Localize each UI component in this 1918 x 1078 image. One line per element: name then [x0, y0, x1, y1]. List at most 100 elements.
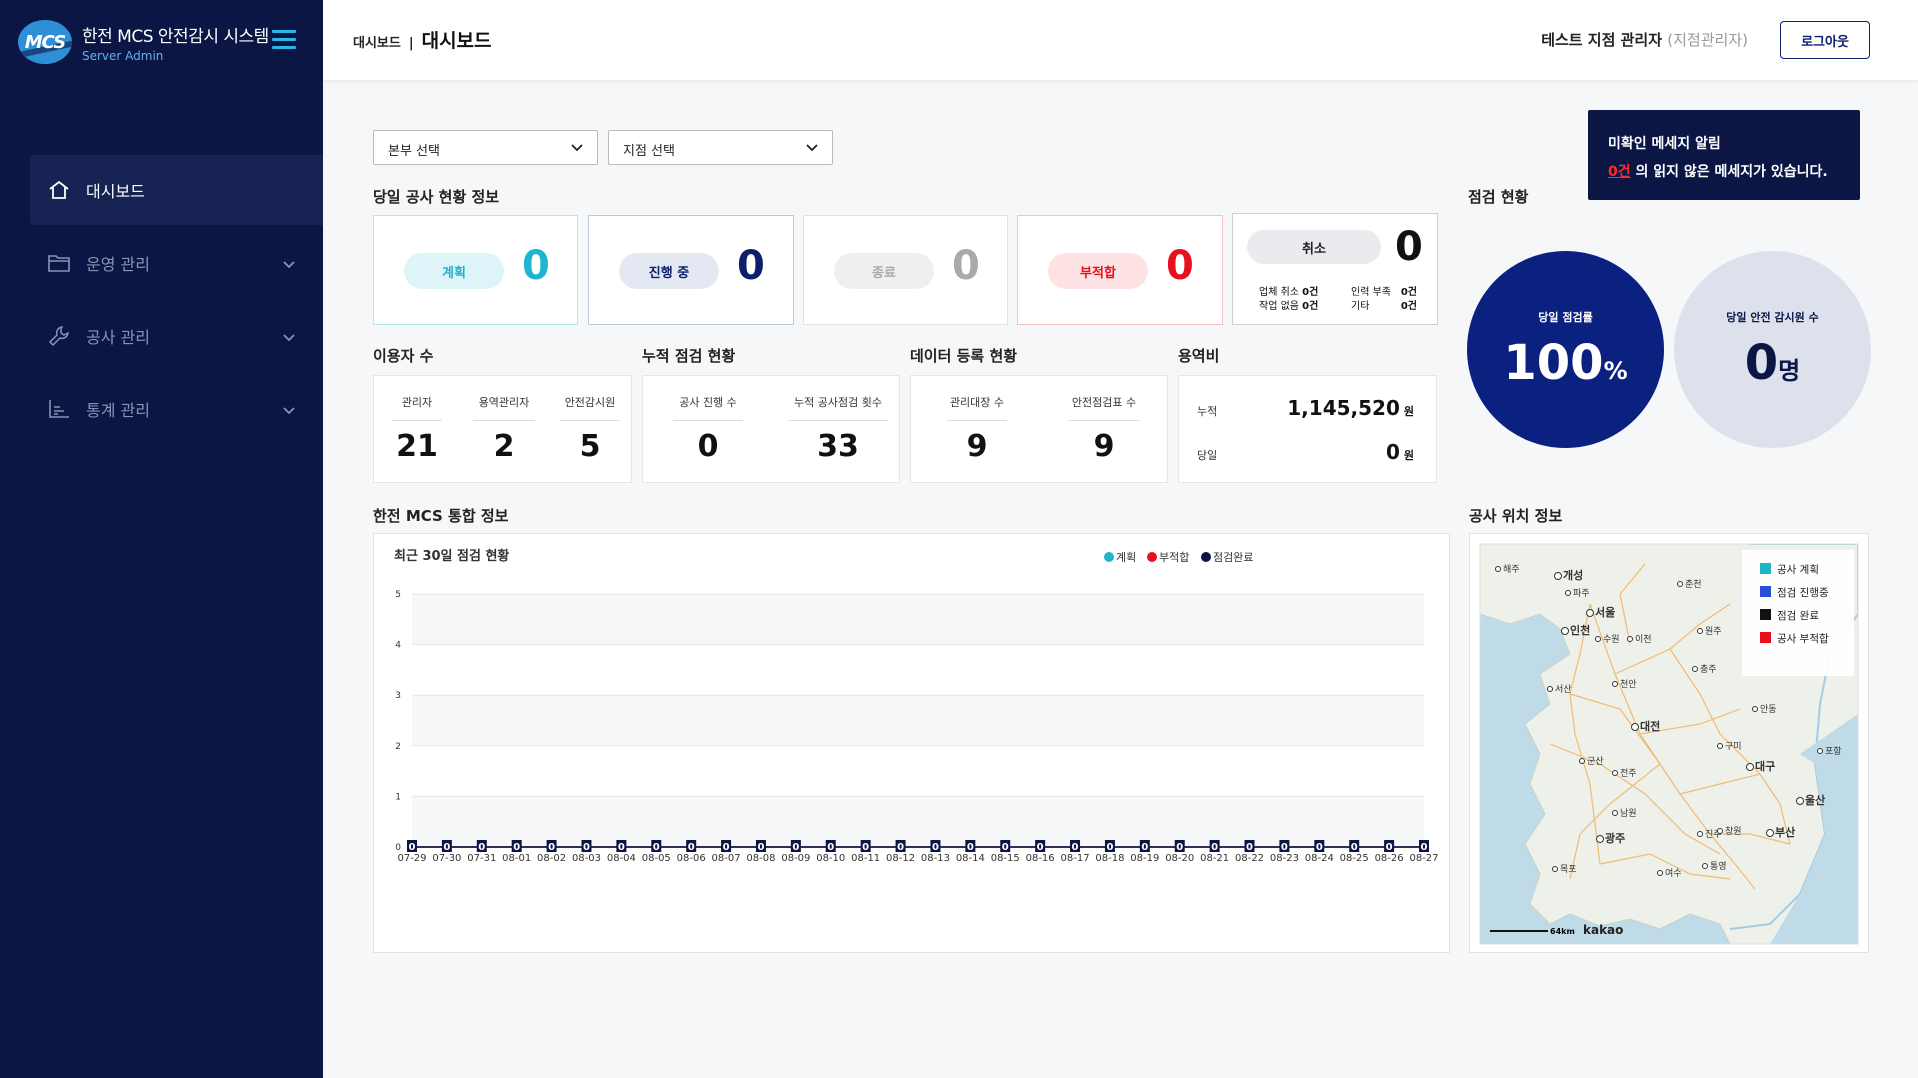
x-tick-label: 08-19: [1130, 853, 1159, 864]
data-label: 0: [688, 842, 695, 853]
stat-value: 2: [493, 429, 515, 464]
status-card-unsuitable[interactable]: 부적합 0: [1017, 215, 1223, 325]
y-tick-label: 0: [395, 843, 401, 853]
status-count: 0: [952, 243, 980, 289]
y-tick-label: 4: [395, 641, 401, 651]
legend-label[interactable]: 점검완료: [1213, 551, 1253, 564]
city-marker: [1595, 636, 1601, 642]
inspection-rate-unit: %: [1603, 356, 1628, 385]
stat-label: 용역관리자: [473, 394, 535, 421]
x-tick-label: 08-25: [1340, 853, 1369, 864]
section-title-users: 이용자 수: [373, 347, 434, 365]
city-label: 원주: [1705, 626, 1722, 637]
fee-today-value: 0: [1385, 440, 1400, 464]
x-tick-label: 08-03: [572, 853, 601, 864]
map-panel[interactable]: 해주 개성 파주 춘천 서울 인천 수원 이천 원주 충주 서산 천안 안동 대전 구미 포항 군산 전주 대구 울산…: [1469, 533, 1869, 953]
monitor-count-unit: 명: [1778, 356, 1801, 385]
branch-select[interactable]: 지점 선택: [608, 130, 833, 165]
data-label: 0: [827, 842, 834, 853]
data-label: 0: [1141, 842, 1148, 853]
data-label: 0: [583, 842, 590, 853]
sidebar-item-dashboard[interactable]: 대시보드: [30, 155, 323, 225]
unread-count-link[interactable]: 0건: [1608, 164, 1631, 180]
data-label: 0: [1386, 842, 1393, 853]
city-marker: [1627, 636, 1633, 642]
breadcrumb-separator: |: [408, 36, 414, 51]
breadcrumb-item[interactable]: 대시보드: [353, 32, 401, 51]
top-header: 대시보드 | 대시보드 테스트 지점 관리자 (지점관리자) 로그아웃: [323, 0, 1918, 80]
alert-body: 0건 의 읽지 않은 메세지가 있습니다.: [1608, 158, 1840, 186]
unread-message-alert[interactable]: 미확인 메세지 알림 0건 의 읽지 않은 메세지가 있습니다.: [1588, 110, 1860, 200]
legend-label[interactable]: 부적합: [1159, 551, 1189, 564]
map-provider-logo: kakao: [1583, 923, 1623, 937]
x-tick-label: 08-12: [886, 853, 915, 864]
monitor-count-value: 0: [1744, 334, 1779, 391]
city-label: 서울: [1595, 605, 1615, 619]
cancel-reason-count: 0건: [1302, 287, 1319, 298]
legend-label[interactable]: 계획: [1116, 551, 1136, 564]
city-label: 전주: [1620, 768, 1637, 779]
city-marker: [1612, 810, 1618, 816]
city-label: 목포: [1560, 864, 1577, 875]
chart-legend: 계획 부적합 점검완료: [1104, 551, 1253, 564]
inspection-rate-circle: 당일 점검률 100%: [1467, 251, 1664, 448]
status-card-in-progress[interactable]: 진행 중 0: [588, 215, 794, 325]
x-tick-label: 08-18: [1095, 853, 1124, 864]
x-tick-label: 08-11: [851, 853, 880, 864]
x-tick-label: 08-27: [1409, 853, 1438, 864]
city-marker: [1817, 748, 1823, 754]
sidebar-item-label: 운영 관리: [86, 255, 150, 274]
x-tick-label: 08-14: [956, 853, 985, 864]
cancel-detail-left: 업체 취소 0건 작업 없음 0건: [1259, 286, 1318, 314]
sidebar-nav: 대시보드 운영 관리 공사 관리 통계 관리: [0, 155, 323, 447]
brand[interactable]: MCS 한전 MCS 안전감시 시스템 Server Admin: [18, 20, 269, 64]
city-marker: [1565, 590, 1571, 596]
sidebar-item-operations[interactable]: 운영 관리: [30, 228, 323, 298]
status-badge: 취소: [1247, 230, 1381, 264]
cancel-detail-right: 인력 부족 0건 기타 0건: [1351, 286, 1417, 314]
city-marker: [1552, 866, 1558, 872]
grid-band: [412, 594, 1424, 645]
chevron-down-icon: [283, 254, 295, 273]
sidebar-item-statistics[interactable]: 통계 관리: [30, 374, 323, 444]
cancel-reason-count: 0건: [1400, 301, 1417, 312]
city-label: 대구: [1755, 759, 1775, 773]
stat-in-progress: 공사 진행 수 0: [673, 394, 743, 464]
fee-today-label: 당일: [1197, 449, 1218, 462]
city-marker: [1495, 566, 1501, 572]
data-label: 0: [1176, 842, 1183, 853]
grid-band: [412, 695, 1424, 746]
data-label: 0: [1351, 842, 1358, 853]
map-legend-label: 공사 부적합: [1777, 633, 1829, 645]
cancel-reason-count: 0건: [1400, 287, 1417, 298]
construction-location-map[interactable]: 해주 개성파주 춘천서울인천수원 이천 원주충주서산 천안안동대전구미 포항군산전주 대구울산…: [1470, 534, 1870, 954]
status-badge: 종료: [834, 253, 934, 289]
data-label: 0: [1072, 842, 1079, 853]
fee-total-label: 누적: [1197, 405, 1218, 418]
city-label: 남원: [1620, 808, 1637, 819]
status-card-canceled[interactable]: 취소 0 업체 취소 0건 작업 없음 0건 인력 부족 0건 기타 0건: [1232, 213, 1438, 325]
city-label: 울산: [1805, 793, 1825, 807]
stat-admins: 관리자 21: [392, 394, 442, 464]
status-card-planned[interactable]: 계획 0: [373, 215, 578, 325]
x-tick-label: 08-26: [1375, 853, 1404, 864]
city-label: 포항: [1825, 746, 1842, 757]
menu-toggle-icon[interactable]: [272, 30, 296, 50]
data-label: 0: [548, 842, 555, 853]
chart-icon: [48, 398, 70, 420]
hq-select[interactable]: 본부 선택: [373, 130, 598, 165]
city-marker: [1752, 706, 1758, 712]
status-badge: 진행 중: [619, 253, 719, 289]
city-marker: [1561, 627, 1569, 635]
hq-select-value: 본부 선택: [388, 144, 440, 159]
x-tick-label: 08-07: [712, 853, 741, 864]
sidebar-item-construction[interactable]: 공사 관리: [30, 301, 323, 371]
city-label: 서산: [1555, 684, 1572, 695]
fee-total-unit: 원: [1403, 405, 1414, 418]
city-label: 군산: [1587, 756, 1604, 767]
status-card-finished[interactable]: 종료 0: [803, 215, 1008, 325]
legend-swatch: [1104, 552, 1114, 562]
monitor-count-label: 당일 안전 감시원 수: [1726, 310, 1819, 324]
logout-button[interactable]: 로그아웃: [1780, 21, 1870, 59]
map-legend-swatch: [1760, 609, 1771, 620]
